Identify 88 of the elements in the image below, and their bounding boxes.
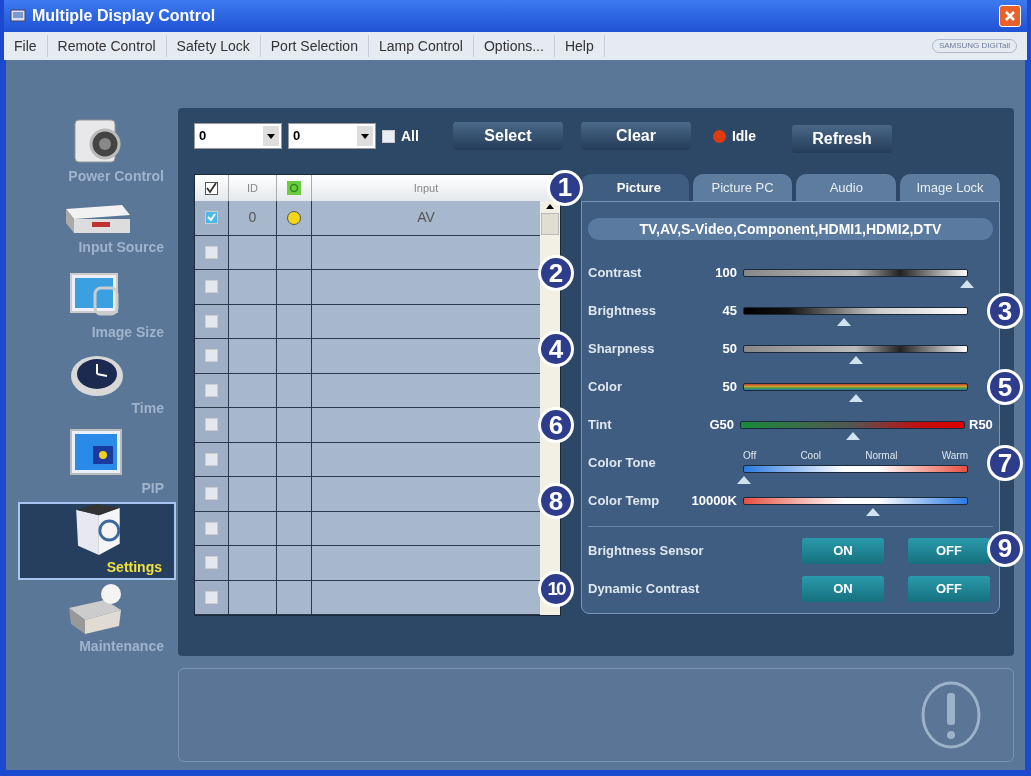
setting-label: Tint	[588, 416, 613, 435]
setting-value: 50	[721, 340, 738, 359]
callout-number: 10	[538, 571, 574, 607]
tab[interactable]: Picture PC	[692, 174, 793, 201]
callout-number: 5	[986, 369, 1023, 405]
dropdown[interactable]: 0	[288, 123, 376, 149]
slider-thumb[interactable]	[960, 280, 974, 288]
row-checkbox[interactable]	[205, 211, 218, 225]
header-checkbox[interactable]	[205, 181, 218, 195]
row-checkbox[interactable]	[205, 383, 218, 397]
callout-number: 7	[986, 445, 1023, 481]
setting-label: Color	[588, 378, 623, 397]
refresh-button[interactable]: Refresh	[792, 125, 892, 153]
menu-item[interactable]: File	[4, 35, 48, 57]
status-header-icon	[287, 181, 301, 195]
menu-item[interactable]: Remote Control	[47, 35, 167, 57]
table-cell-text: 0	[248, 208, 257, 228]
tab[interactable]: Audio	[796, 174, 897, 201]
row-checkbox[interactable]	[205, 556, 218, 570]
window-title: Multiple Display Control	[32, 6, 217, 26]
row-checkbox[interactable]	[205, 590, 218, 604]
row-checkbox[interactable]	[205, 245, 218, 259]
setting-label: Brightness Sensor	[588, 541, 705, 560]
tab[interactable]: Image Lock	[900, 174, 1000, 201]
callout-number: 2	[538, 255, 574, 291]
caret-icon	[263, 126, 279, 146]
row-checkbox[interactable]	[205, 521, 218, 535]
callout-number: 4	[538, 331, 574, 367]
dropdown[interactable]: 0	[194, 123, 282, 149]
slider-thumb[interactable]	[848, 356, 863, 364]
slider-thumb[interactable]	[866, 508, 881, 516]
setting-label: Color Temp	[588, 492, 661, 511]
row-checkbox[interactable]	[205, 314, 218, 328]
clear-button[interactable]: Clear	[580, 122, 691, 150]
toggle-button[interactable]: ON	[802, 537, 884, 564]
range-max-label: R50	[968, 416, 993, 435]
select-button[interactable]: Select	[452, 122, 563, 150]
window-app-icon	[10, 9, 26, 23]
menu-item[interactable]: Options...	[474, 35, 555, 57]
menu-item[interactable]: Lamp Control	[368, 35, 474, 57]
row-checkbox[interactable]	[205, 487, 218, 501]
status-text: Idle	[731, 126, 756, 146]
checkbox-label: All	[401, 126, 419, 146]
table-cell-text: AV	[417, 208, 435, 228]
checkbox[interactable]	[382, 129, 395, 143]
caret-icon	[357, 126, 373, 146]
setting-value: 45	[721, 302, 738, 321]
scale-label: Warm	[941, 448, 968, 463]
row-checkbox[interactable]	[205, 418, 218, 432]
callout-number: 1	[547, 169, 583, 206]
slider-thumb[interactable]	[848, 394, 863, 402]
column-header: Input	[412, 180, 440, 196]
close-button[interactable]	[999, 5, 1021, 27]
row-checkbox[interactable]	[205, 452, 218, 466]
sidebar-item[interactable]: Settings	[18, 502, 176, 580]
setting-label: Brightness	[588, 302, 657, 321]
callout-number: 8	[538, 483, 574, 519]
row-checkbox[interactable]	[205, 280, 218, 294]
setting-value: 50	[721, 378, 738, 397]
source-list: TV,AV,S-Video,Component,HDMI1,HDMI2,DTV	[588, 218, 993, 240]
setting-label: Color Tone	[588, 454, 657, 473]
callout-number: 9	[986, 530, 1023, 567]
menu-item[interactable]: Help	[554, 35, 605, 57]
toggle-button[interactable]: ON	[802, 576, 884, 602]
scroll-thumb[interactable]	[541, 213, 559, 235]
menu-item[interactable]: Safety Lock	[166, 35, 261, 57]
toggle-button[interactable]: OFF	[908, 576, 990, 602]
warning-icon	[919, 679, 983, 751]
setting-value: 10000K	[690, 492, 738, 511]
setting-value: 100	[714, 264, 738, 283]
toggle-button[interactable]: OFF	[908, 537, 990, 564]
menu-item[interactable]: Port Selection	[260, 35, 369, 57]
slider-thumb[interactable]	[837, 318, 852, 326]
range-min-label: G50	[708, 416, 735, 435]
callout-number: 6	[538, 407, 574, 443]
monitor-icon	[69, 427, 125, 478]
close-icon	[1004, 10, 1016, 22]
scale-label: Normal	[865, 448, 898, 463]
row-checkbox[interactable]	[205, 349, 218, 363]
scale-label: Off	[743, 448, 757, 463]
callout-number: 3	[986, 293, 1023, 329]
setting-label: Dynamic Contrast	[588, 580, 701, 599]
setting-label: Contrast	[588, 264, 643, 283]
setting-label: Sharpness	[588, 340, 656, 359]
tab[interactable]: Picture	[581, 174, 689, 201]
slider-thumb[interactable]	[737, 475, 751, 484]
slider-thumb[interactable]	[845, 432, 860, 440]
scale-label: Cool	[800, 448, 821, 463]
